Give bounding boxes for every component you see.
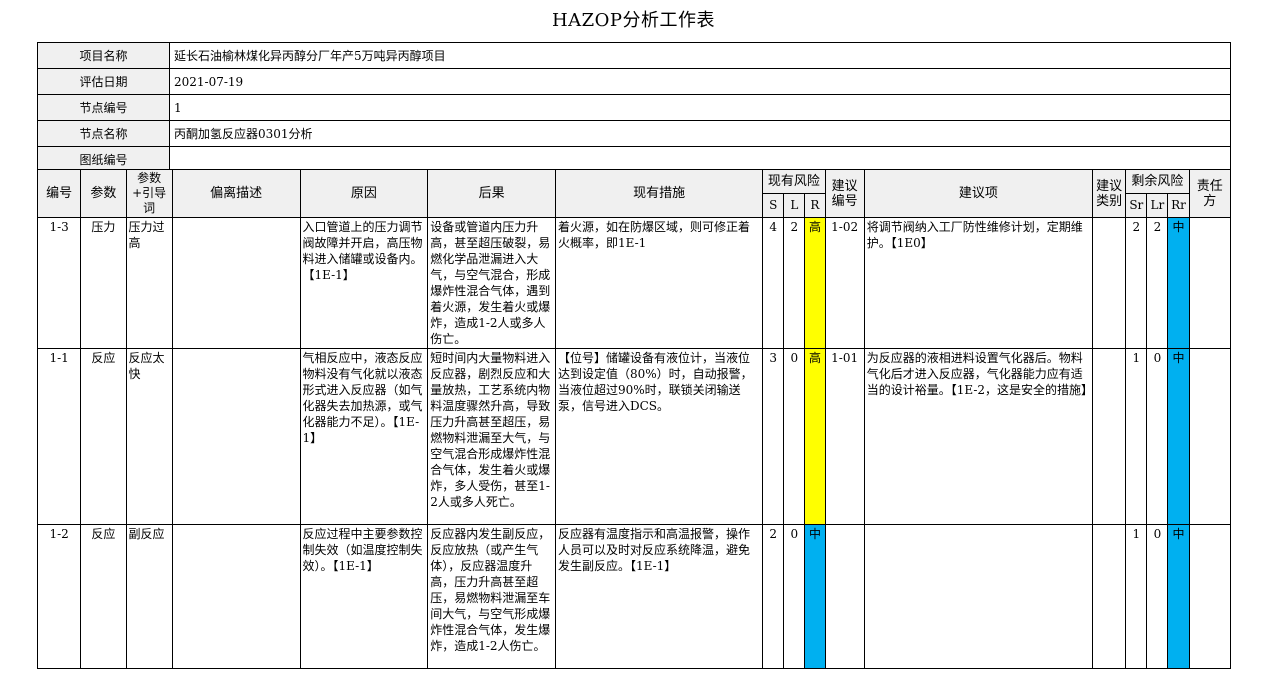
row-owner[interactable] (1188, 524, 1232, 669)
row-lr[interactable]: 2 (1146, 217, 1169, 349)
row-l[interactable]: 0 (783, 348, 806, 525)
page-title: HAZOP分析工作表 (551, 10, 716, 31)
row-rec[interactable] (863, 524, 1094, 669)
table-row[interactable]: 1-1 反应 反应太快 气相反应中，液态反应物料没有气化就以液态形式进入反应器（… (36, 348, 1232, 525)
date-label: 评估日期 (37, 68, 170, 95)
row-cause[interactable]: 反应过程中主要参数控制失效（如温度控制失效）。【1E-1】 (299, 524, 429, 669)
row-rec[interactable]: 为反应器的液相进料设置气化器后。物料气化后才进入反应器，气化器能力应有适当的设计… (863, 348, 1094, 525)
row-owner[interactable] (1188, 348, 1232, 525)
header-residual-risk: 剩余风险 (1125, 169, 1190, 194)
header-owner: 责任方 (1188, 169, 1232, 218)
row-lr[interactable]: 0 (1146, 348, 1169, 525)
header-rec-type: 建议类别 (1092, 169, 1127, 218)
row-consequence[interactable]: 短时间内大量物料进入反应器，剧烈反应和大量放热，工艺系统内物料温度骤然升高，导致… (427, 348, 556, 525)
row-no: 1-2 (36, 524, 82, 669)
row-rec-type[interactable] (1092, 348, 1127, 525)
row-rec[interactable]: 将调节阀纳入工厂防性维修计划，定期维护。【1E0】 (863, 217, 1094, 349)
header-rr: Rr (1167, 193, 1190, 218)
header-no: 编号 (36, 169, 82, 218)
node-name-value[interactable]: 丙酮加氢反应器0301分析 (169, 120, 1231, 147)
worksheet: HAZOP分析工作表 项目名称 延长石油榆林煤化异丙醇分厂年产5万吨异丙醇项目 … (0, 0, 1267, 695)
row-rr[interactable]: 中 (1167, 524, 1190, 669)
row-rr[interactable]: 中 (1167, 217, 1190, 349)
header-r: R (804, 193, 826, 218)
header-consequence: 后果 (427, 169, 556, 218)
row-rec-no[interactable]: 1-02 (824, 217, 865, 349)
node-no-label: 节点编号 (37, 94, 170, 121)
header-lr: Lr (1146, 193, 1169, 218)
row-cause[interactable]: 气相反应中，液态反应物料没有气化就以液态形式进入反应器（如气化器失去加热源，或气… (299, 348, 429, 525)
header-rec: 建议项 (863, 169, 1094, 218)
date-value[interactable]: 2021-07-19 (169, 68, 1231, 95)
row-param: 反应 (80, 524, 127, 669)
header-guide: 参数+引导词 (125, 169, 173, 218)
row-rec-no[interactable]: 1-01 (824, 348, 865, 525)
row-sr[interactable]: 1 (1125, 348, 1148, 525)
row-r[interactable]: 中 (804, 524, 826, 669)
info-table: 项目名称 延长石油榆林煤化异丙醇分厂年产5万吨异丙醇项目 评估日期 2021-0… (37, 42, 1231, 173)
row-l[interactable]: 2 (783, 217, 806, 349)
node-name-label: 节点名称 (37, 120, 170, 147)
row-s[interactable]: 2 (762, 524, 785, 669)
row-owner[interactable] (1188, 217, 1232, 349)
header-l: L (783, 193, 806, 218)
row-cause[interactable]: 入口管道上的压力调节阀故障并开启，高压物料进入储罐或设备内。【1E-1】 (299, 217, 429, 349)
header-s: S (762, 193, 785, 218)
header-param: 参数 (80, 169, 127, 218)
row-rec-type[interactable] (1092, 524, 1127, 669)
row-consequence[interactable]: 反应器内发生副反应，反应放热（或产生气体），反应器温度升高，压力升高甚至超压，易… (427, 524, 556, 669)
header-cause: 原因 (299, 169, 429, 218)
header-sr: Sr (1125, 193, 1148, 218)
info-row-node-no: 节点编号 1 (37, 94, 1231, 121)
row-l[interactable]: 0 (783, 524, 806, 669)
hazop-table: 编号 参数 参数+引导词 偏离描述 原因 后果 现有措施 现有风险 建议编号 建… (36, 169, 1232, 669)
header-measures: 现有措施 (554, 169, 764, 218)
project-value[interactable]: 延长石油榆林煤化异丙醇分厂年产5万吨异丙醇项目 (169, 42, 1231, 69)
header-deviation: 偏离描述 (171, 169, 301, 218)
row-param: 反应 (80, 348, 127, 525)
row-sr[interactable]: 1 (1125, 524, 1148, 669)
row-s[interactable]: 4 (762, 217, 785, 349)
table-row[interactable]: 1-3 压力 压力过高 入口管道上的压力调节阀故障并开启，高压物料进入储罐或设备… (36, 217, 1232, 349)
row-rec-no[interactable] (824, 524, 865, 669)
node-no-value[interactable]: 1 (169, 94, 1231, 121)
row-consequence[interactable]: 设备或管道内压力升高，甚至超压破裂，易燃化学品泄漏进入大气，与空气混合，形成爆炸… (427, 217, 556, 349)
row-param: 压力 (80, 217, 127, 349)
row-r[interactable]: 高 (804, 348, 826, 525)
info-row-project: 项目名称 延长石油榆林煤化异丙醇分厂年产5万吨异丙醇项目 (37, 42, 1231, 69)
row-no: 1-1 (36, 348, 82, 525)
row-deviation[interactable] (171, 524, 301, 669)
row-lr[interactable]: 0 (1146, 524, 1169, 669)
row-deviation[interactable] (171, 217, 301, 349)
row-measures[interactable]: 【位号】储罐设备有液位计，当液位达到设定值（80%）时，自动报警，当液位超过90… (554, 348, 764, 525)
row-rr[interactable]: 中 (1167, 348, 1190, 525)
row-no: 1-3 (36, 217, 82, 349)
row-s[interactable]: 3 (762, 348, 785, 525)
info-row-date: 评估日期 2021-07-19 (37, 68, 1231, 95)
row-guide: 反应太快 (125, 348, 173, 525)
row-rec-type[interactable] (1092, 217, 1127, 349)
row-guide: 压力过高 (125, 217, 173, 349)
table-row[interactable]: 1-2 反应 副反应 反应过程中主要参数控制失效（如温度控制失效）。【1E-1】… (36, 524, 1232, 669)
row-sr[interactable]: 2 (1125, 217, 1148, 349)
row-deviation[interactable] (171, 348, 301, 525)
row-measures[interactable]: 反应器有温度指示和高温报警，操作人员可以及时对反应系统降温，避免发生副反应。【1… (554, 524, 764, 669)
row-measures[interactable]: 着火源，如在防爆区域，则可修正着火概率，即1E-1 (554, 217, 764, 349)
header-row-1: 编号 参数 参数+引导词 偏离描述 原因 后果 现有措施 现有风险 建议编号 建… (36, 169, 1232, 218)
info-row-node-name: 节点名称 丙酮加氢反应器0301分析 (37, 120, 1231, 147)
header-rec-no: 建议编号 (824, 169, 865, 218)
row-guide: 副反应 (125, 524, 173, 669)
project-label: 项目名称 (37, 42, 170, 69)
row-r[interactable]: 高 (804, 217, 826, 349)
header-existing-risk: 现有风险 (762, 169, 826, 194)
